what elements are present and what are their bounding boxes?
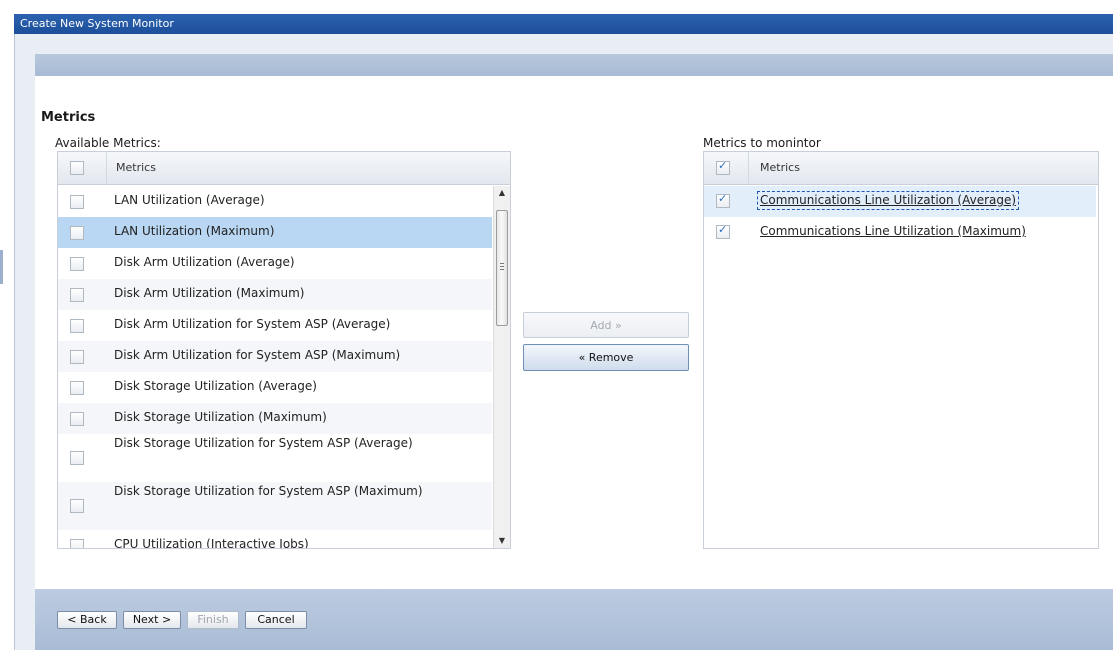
- select-all-checkbox[interactable]: [716, 159, 730, 175]
- add-button[interactable]: Add »: [523, 312, 689, 338]
- top-strip: [0, 0, 1113, 14]
- scroll-down-icon[interactable]: ▼: [494, 534, 510, 548]
- table-row[interactable]: Communications Line Utilization (Average…: [704, 186, 1096, 217]
- available-metrics-table: Metrics LAN Utilization (Average) LAN Uti…: [57, 151, 511, 549]
- metric-label: Disk Arm Utilization (Average): [114, 255, 295, 269]
- table-row[interactable]: Disk Arm Utilization for System ASP (Max…: [58, 341, 492, 372]
- metric-label: Disk Storage Utilization for System ASP …: [114, 484, 423, 498]
- row-checkbox[interactable]: [70, 225, 84, 240]
- metric-label: Disk Arm Utilization for System ASP (Ave…: [114, 317, 391, 331]
- table-row[interactable]: Communications Line Utilization (Maximum…: [704, 217, 1096, 248]
- section-title: Metrics: [41, 110, 96, 125]
- metric-label: Disk Storage Utilization (Maximum): [114, 410, 327, 424]
- row-checkbox[interactable]: [70, 256, 84, 271]
- column-header-metrics[interactable]: Metrics: [116, 161, 156, 174]
- available-table-header: Metrics: [58, 152, 510, 185]
- table-row[interactable]: Disk Storage Utilization (Maximum): [58, 403, 492, 434]
- row-checkbox[interactable]: [70, 318, 84, 333]
- row-checkbox[interactable]: [70, 349, 84, 364]
- cancel-button[interactable]: Cancel: [245, 611, 307, 629]
- dialog-title: Create New System Monitor: [14, 14, 1113, 34]
- finish-button[interactable]: Finish: [187, 611, 239, 629]
- scroll-thumb[interactable]: [496, 210, 508, 326]
- vertical-scrollbar[interactable]: ▲ ▼: [493, 186, 510, 548]
- metric-label: LAN Utilization (Average): [114, 193, 265, 207]
- metric-label: Disk Storage Utilization for System ASP …: [114, 436, 413, 450]
- monitored-metrics-table: Metrics Communications Line Utilization …: [703, 151, 1099, 549]
- monitored-table-header: Metrics: [704, 152, 1098, 185]
- table-row[interactable]: Disk Arm Utilization (Maximum): [58, 279, 492, 310]
- next-button[interactable]: Next >: [123, 611, 181, 629]
- edge-marker: [0, 250, 3, 284]
- remove-button[interactable]: « Remove: [523, 344, 689, 371]
- table-row[interactable]: Disk Storage Utilization for System ASP …: [58, 434, 492, 482]
- metric-label: Disk Storage Utilization (Average): [114, 379, 317, 393]
- table-row[interactable]: Disk Arm Utilization for System ASP (Ave…: [58, 310, 492, 341]
- table-row[interactable]: CPU Utilization (Interactive Jobs): [58, 530, 492, 549]
- wizard-panel: Metrics Available Metrics: Metrics to mo…: [35, 54, 1113, 609]
- row-checkbox[interactable]: [70, 380, 84, 395]
- header-select-cell: [704, 152, 749, 184]
- column-header-metrics[interactable]: Metrics: [760, 161, 800, 174]
- dialog-body: Metrics Available Metrics: Metrics to mo…: [14, 34, 1113, 650]
- available-metrics-label: Available Metrics:: [55, 136, 161, 150]
- row-checkbox[interactable]: [70, 287, 84, 302]
- table-row[interactable]: Disk Storage Utilization (Average): [58, 372, 492, 403]
- metric-link[interactable]: Communications Line Utilization (Average…: [756, 191, 1020, 210]
- row-checkbox[interactable]: [716, 223, 730, 239]
- row-checkbox[interactable]: [70, 411, 84, 426]
- panel-header-bar: [35, 54, 1113, 76]
- table-row[interactable]: Disk Storage Utilization for System ASP …: [58, 482, 492, 530]
- table-row[interactable]: LAN Utilization (Average): [58, 186, 492, 217]
- metric-label: CPU Utilization (Interactive Jobs): [114, 537, 309, 549]
- scroll-up-icon[interactable]: ▲: [494, 186, 510, 200]
- row-checkbox[interactable]: [716, 192, 730, 208]
- table-row[interactable]: Disk Arm Utilization (Average): [58, 248, 492, 279]
- metric-label: Disk Arm Utilization (Maximum): [114, 286, 305, 300]
- select-all-checkbox[interactable]: [70, 161, 84, 175]
- grip-line: [500, 269, 504, 270]
- back-button[interactable]: < Back: [57, 611, 117, 629]
- grip-line: [500, 266, 504, 267]
- grip-line: [500, 263, 504, 264]
- table-row[interactable]: LAN Utilization (Maximum): [58, 217, 492, 248]
- metric-label: Disk Arm Utilization for System ASP (Max…: [114, 348, 401, 362]
- metric-link[interactable]: Communications Line Utilization (Maximum…: [760, 225, 1026, 238]
- left-edge: [0, 14, 14, 650]
- row-checkbox[interactable]: [70, 451, 84, 465]
- header-select-cell: [58, 152, 107, 184]
- row-checkbox[interactable]: [70, 499, 84, 513]
- monitor-metrics-label: Metrics to monintor: [703, 136, 821, 150]
- wizard-footer: < Back Next > Finish Cancel: [35, 589, 1113, 650]
- row-checkbox[interactable]: [70, 538, 84, 548]
- metric-label: LAN Utilization (Maximum): [114, 224, 275, 238]
- row-checkbox[interactable]: [70, 194, 84, 209]
